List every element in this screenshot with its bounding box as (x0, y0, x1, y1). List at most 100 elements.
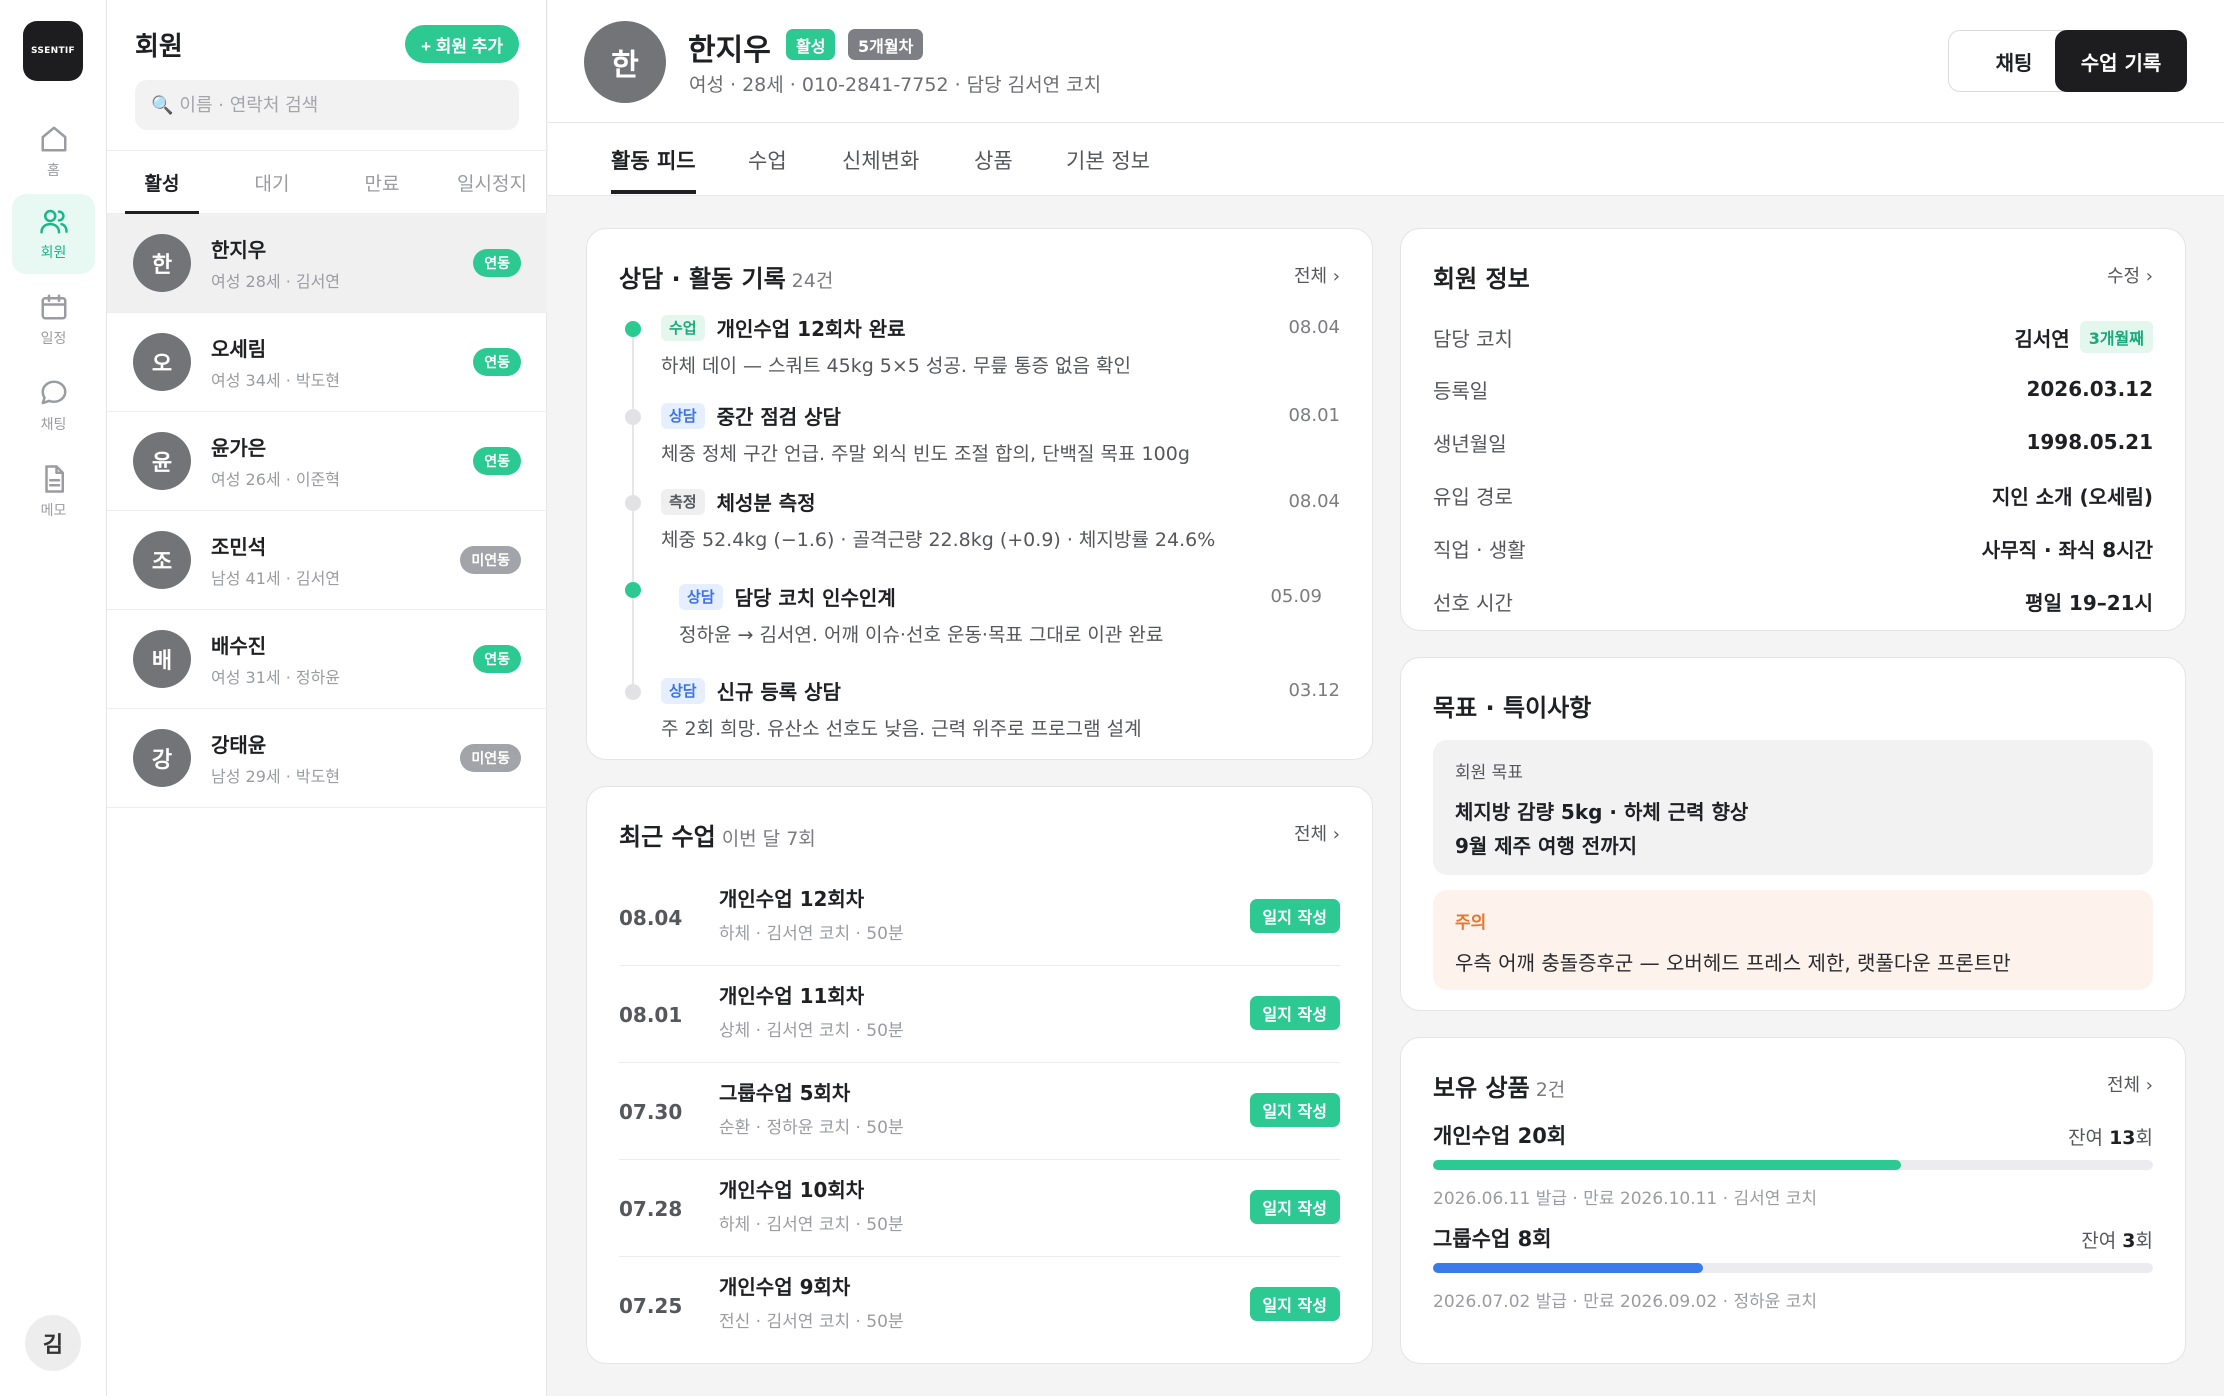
timeline-dot (625, 409, 641, 425)
nav-chat-label: 채팅 (40, 417, 67, 433)
goal-box: 회원 목표 체지방 감량 5kg · 하체 근력 향상 9월 제주 여행 전까지 (1433, 740, 2153, 875)
class-name: 개인수업 11회차 (719, 984, 865, 1008)
activity-title: 상담 · 활동 기록 (619, 265, 786, 293)
class-name: 그룹수업 5회차 (719, 1081, 851, 1105)
class-row[interactable]: 07.28 개인수업 10회차 하체 · 김서연 코치 · 50분 일지 작성 (619, 1160, 1340, 1257)
member-sub: 남성 41세 · 김서연 (211, 569, 341, 588)
member-name: 윤가은 (211, 436, 267, 460)
user-avatar[interactable]: 김 (25, 1315, 81, 1371)
app-logo[interactable]: SSENTIF (23, 21, 83, 81)
search-input[interactable] (179, 94, 500, 116)
tab-basic-info[interactable]: 기본 정보 (1066, 145, 1150, 175)
member-avatar: 한 (133, 234, 191, 292)
tab-activity-feed[interactable]: 활동 피드 (611, 145, 696, 194)
write-log-button[interactable]: 일지 작성 (1249, 1190, 1340, 1224)
type-chip: 상담 (661, 677, 705, 704)
member-row[interactable]: 배 배수진 여성 31세 · 정하윤 연동 (107, 610, 547, 709)
tab-paused[interactable]: 일시정지 (437, 151, 547, 213)
classes-title: 최근 수업 (619, 823, 716, 851)
usage-bar (1433, 1263, 2153, 1273)
write-log-button[interactable]: 일지 작성 (1249, 1093, 1340, 1127)
tab-products[interactable]: 상품 (974, 145, 1013, 175)
info-value: 사무직 · 좌식 8시간 (1981, 537, 2153, 562)
member-info-card: 회원 정보 수정 › 담당 코치 김서연 3개월째 등록일 2026.03.12 … (1400, 228, 2186, 631)
member-avatar: 조 (133, 531, 191, 589)
info-value: 지인 소개 (오세림) (1991, 484, 2153, 509)
chat-icon (41, 380, 66, 405)
activity-item[interactable]: 수업 개인수업 12회차 완료 하체 데이 — 스쿼트 45kg 5×5 성공. … (661, 313, 1340, 378)
activity-item[interactable]: 상담 담당 코치 인수인계 정하윤 → 김서연. 어깨 이슈·선호 운동·목표 그… (679, 582, 1322, 647)
class-sub: 상체 · 김서연 코치 · 50분 (719, 1021, 904, 1041)
write-log-button[interactable]: 일지 작성 (1249, 899, 1340, 933)
tab-waiting[interactable]: 대기 (217, 151, 327, 213)
class-row[interactable]: 08.01 개인수업 11회차 상체 · 김서연 코치 · 50분 일지 작성 (619, 966, 1340, 1063)
info-label: 유입 경로 (1433, 484, 1513, 509)
timeline-dot (625, 495, 641, 511)
member-row[interactable]: 강 강태윤 남성 29세 · 박도현 미연동 (107, 709, 547, 808)
member-row[interactable]: 오 오세림 여성 34세 · 박도현 연동 (107, 313, 547, 412)
nav-chat[interactable]: 채팅 (12, 366, 95, 446)
caution-label: 주의 (1455, 913, 1487, 933)
card-title: 보유 상품 2건 (1433, 1068, 1565, 1103)
link-status-badge: 연동 (473, 645, 521, 673)
info-value: 평일 19–21시 (2025, 590, 2153, 615)
member-row[interactable]: 조 조민석 남성 41세 · 김서연 미연동 (107, 511, 547, 610)
activity-item[interactable]: 상담 중간 점검 상담 체중 정체 구간 언급. 주말 외식 빈도 조절 합의, … (661, 401, 1340, 466)
activity-card: 상담 · 활동 기록 24건 전체 › 수업 개인수업 12회차 완료 하체 데이 … (586, 228, 1373, 760)
nav-members[interactable]: 회원 (12, 194, 95, 274)
member-sub: 여성 26세 · 이준혁 (211, 470, 341, 489)
tab-expired[interactable]: 만료 (327, 151, 437, 213)
product-item[interactable]: 개인수업 20회 잔여 13회 2026.06.11 발급 · 만료 2026.… (1433, 1120, 2153, 1209)
activity-item[interactable]: 측정 체성분 측정 체중 52.4kg (−1.6) · 골격근량 22.8kg … (661, 487, 1340, 552)
write-log-button[interactable]: 일지 작성 (1249, 996, 1340, 1030)
product-remaining: 잔여 13회 (2068, 1123, 2153, 1150)
event-desc: 주 2회 희망. 유산소 선호도 낮음. 근력 위주로 프로그램 설계 (661, 718, 1142, 740)
member-row[interactable]: 한 한지우 여성 28세 · 김서연 연동 (107, 214, 547, 313)
nav-schedule[interactable]: 일정 (12, 280, 95, 360)
nav-rail: SSENTIF 홈 회원 일정 채팅 메모 김 (0, 0, 107, 1396)
edit-link[interactable]: 수정 › (2107, 262, 2153, 288)
event-date: 08.04 (1288, 317, 1340, 338)
class-sub: 하체 · 김서연 코치 · 50분 (719, 1215, 904, 1235)
class-row[interactable]: 07.30 그룹수업 5회차 순환 · 정하윤 코치 · 50분 일지 작성 (619, 1063, 1340, 1160)
tab-classes[interactable]: 수업 (748, 145, 787, 175)
search-icon: 🔍 (151, 94, 174, 116)
products-title: 보유 상품 (1433, 1074, 1530, 1102)
nav-home[interactable]: 홈 (12, 112, 95, 192)
info-row: 선호 시간 평일 19–21시 (1433, 575, 2153, 627)
event-date: 05.09 (1270, 586, 1322, 607)
nav-memo[interactable]: 메모 (12, 452, 95, 532)
member-name: 오세림 (211, 337, 267, 361)
member-avatar: 윤 (133, 432, 191, 490)
record-class-button[interactable]: 수업 기록 (2055, 30, 2187, 92)
info-value: 2026.03.12 (2026, 377, 2153, 401)
profile-name: 한지우 (688, 33, 771, 68)
products-card: 보유 상품 2건 전체 › 개인수업 20회 잔여 13회 2026.06.11 … (1400, 1037, 2186, 1364)
info-label: 선호 시간 (1433, 590, 1513, 615)
info-row: 등록일 2026.03.12 (1433, 363, 2153, 415)
view-all-link[interactable]: 전체 › (2107, 1071, 2153, 1097)
class-row[interactable]: 07.25 개인수업 9회차 전신 · 김서연 코치 · 50분 일지 작성 (619, 1257, 1340, 1354)
timeline-dot (625, 684, 641, 700)
member-sub: 여성 31세 · 정하윤 (211, 668, 341, 687)
recent-classes-card: 최근 수업 이번 달 7회 전체 › 08.04 개인수업 12회차 하체 · 김… (586, 786, 1373, 1364)
member-name: 배수진 (211, 634, 267, 658)
profile-header: 한 한지우 활성 5개월차 여성 · 28세 · 010-2841-7752 ·… (548, 0, 2224, 123)
tab-active[interactable]: 활성 (107, 151, 217, 214)
add-member-button[interactable]: + 회원 추가 (405, 25, 519, 63)
link-status-badge: 연동 (473, 447, 521, 475)
activity-item[interactable]: 상담 신규 등록 상담 주 2회 희망. 유산소 선호도 낮음. 근력 위주로 프… (661, 676, 1340, 741)
write-log-button[interactable]: 일지 작성 (1249, 1287, 1340, 1321)
view-all-link[interactable]: 전체 › (1294, 262, 1340, 288)
tab-body-changes[interactable]: 신체변화 (842, 145, 919, 175)
event-desc: 하체 데이 — 스쿼트 45kg 5×5 성공. 무릎 통증 없음 확인 (661, 355, 1131, 377)
event-title: 담당 코치 인수인계 (734, 586, 896, 610)
type-chip: 상담 (661, 402, 705, 429)
member-search[interactable]: 🔍 (135, 80, 519, 130)
view-all-link[interactable]: 전체 › (1294, 820, 1340, 846)
event-date: 08.04 (1288, 491, 1340, 512)
product-item[interactable]: 그룹수업 8회 잔여 3회 2026.07.02 발급 · 만료 2026.09… (1433, 1223, 2153, 1312)
member-name: 강태윤 (211, 733, 267, 757)
class-row[interactable]: 08.04 개인수업 12회차 하체 · 김서연 코치 · 50분 일지 작성 (619, 869, 1340, 966)
member-row[interactable]: 윤 윤가은여성 26세 · 이준혁 연동 (107, 412, 547, 511)
